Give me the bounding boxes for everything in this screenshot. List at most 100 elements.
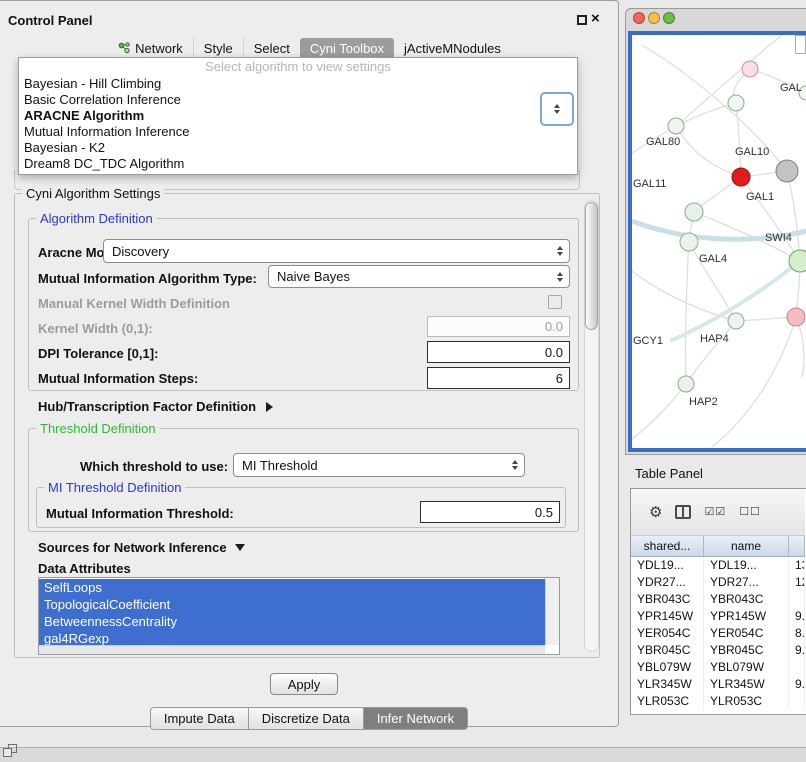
attributes-horizontal-scrollbar[interactable] [39, 645, 545, 654]
algorithm-option-basic-correlation-inference[interactable]: Basic Correlation Inference [19, 92, 577, 108]
network-node[interactable] [680, 233, 698, 251]
table-cell: YDR27... [704, 574, 789, 591]
table-cell: YDL19... [704, 557, 789, 574]
network-node[interactable] [668, 118, 684, 134]
network-edge[interactable] [787, 171, 800, 261]
network-scrollbar-fragment[interactable] [795, 35, 806, 54]
algorithm-option-dream8-dc-tdc-algorithm[interactable]: Dream8 DC_TDC Algorithm [19, 156, 577, 172]
network-node[interactable] [742, 61, 758, 77]
table-toolbar-icons: ⚙ ☑☑ ☐☐ [631, 489, 805, 536]
apply-button[interactable]: Apply [270, 673, 338, 695]
mi-algorithm-type-combo[interactable]: Naive Bayes [268, 265, 570, 288]
network-edge[interactable] [736, 103, 741, 177]
tab-select[interactable]: Select [243, 38, 300, 59]
close-icon[interactable]: × [591, 10, 600, 27]
table-row[interactable]: YDL19...YDL19...13 [631, 557, 805, 574]
network-node[interactable] [728, 95, 744, 111]
mi-threshold-field[interactable]: 0.5 [420, 501, 560, 523]
taskbar-strip [0, 747, 806, 762]
node-label-gcy1: GCY1 [633, 335, 663, 347]
spinner-focus-fragment[interactable] [540, 92, 574, 126]
mi-algorithm-type-label: Mutual Information Algorithm Type: [38, 271, 257, 286]
restore-window-icon[interactable] [3, 744, 19, 759]
settings-gear-icon[interactable]: ⚙ [649, 505, 662, 520]
close-traffic-icon[interactable] [633, 12, 645, 24]
which-threshold-label: Which threshold to use: [80, 459, 228, 474]
network-node[interactable] [728, 313, 744, 329]
table-header-row: shared...name [631, 536, 805, 557]
network-node[interactable] [732, 168, 750, 186]
column-chooser-icon[interactable] [675, 505, 691, 519]
table-row[interactable]: YBL079WYBL079W [631, 659, 805, 676]
network-node[interactable] [776, 160, 798, 182]
table-row[interactable]: YBR045CYBR045C9. [631, 642, 805, 659]
threshold-definition-title: Threshold Definition [36, 421, 160, 436]
mi-steps-field[interactable]: 6 [427, 367, 570, 389]
algorithm-option-bayesian-hill-climbing[interactable]: Bayesian - Hill Climbing [19, 76, 577, 92]
tab-cyni-toolbox[interactable]: Cyni Toolbox [300, 38, 394, 59]
table-cell: YLR345W [631, 676, 704, 693]
manual-kernel-width-checkbox[interactable] [548, 295, 562, 309]
bottom-tab-infer-network[interactable]: Infer Network [363, 707, 468, 730]
algorithm-option-mutual-information-inference[interactable]: Mutual Information Inference [19, 124, 577, 140]
window-traffic-lights [633, 12, 675, 24]
table-row[interactable]: YLR053CYLR053C [631, 693, 805, 710]
mi-steps-label: Mutual Information Steps: [38, 371, 198, 386]
column-header-shared[interactable]: shared... [631, 536, 704, 556]
show-unchecked-icon[interactable]: ☐☐ [739, 507, 761, 518]
network-node[interactable] [789, 250, 806, 272]
mi-threshold-label: Mutual Information Threshold: [46, 506, 234, 521]
which-threshold-combo[interactable]: MI Threshold [233, 453, 525, 477]
aracne-mode-combo[interactable]: Discovery [103, 239, 570, 263]
combo-arrows-icon [557, 246, 563, 256]
settings-scrollbar-thumb[interactable] [585, 202, 598, 330]
sources-for-network-inference-section[interactable]: Sources for Network Inference [38, 540, 245, 555]
zoom-traffic-icon[interactable] [663, 12, 675, 24]
tab-style[interactable]: Style [193, 38, 243, 59]
algorithm-option-aracne-algorithm[interactable]: ARACNE Algorithm [19, 108, 577, 124]
table-row[interactable]: YPR145WYPR145W9. [631, 608, 805, 625]
network-edge[interactable] [676, 35, 782, 126]
attribute-item-gal4rgexp[interactable]: gal4RGexp [39, 630, 545, 645]
data-attributes-list-items: SelfLoopsTopologicalCoefficientBetweenne… [39, 579, 545, 645]
network-canvas-svg: GALGAL80GAL10GAL11GAL1SWI4GAL4GCY1HAP4HA… [632, 35, 806, 448]
dpi-tolerance-field[interactable]: 0.0 [427, 341, 570, 363]
network-canvas[interactable]: GALGAL80GAL10GAL11GAL1SWI4GAL4GCY1HAP4HA… [632, 35, 806, 448]
attribute-item-topologicalcoefficient[interactable]: TopologicalCoefficient [39, 596, 545, 613]
attribute-item-betweennesscentrality[interactable]: BetweennessCentrality [39, 613, 545, 630]
mi-algorithm-type-value: Naive Bayes [277, 269, 350, 284]
show-checked-icon[interactable]: ☑☑ [704, 507, 726, 518]
column-header-name[interactable]: name [704, 536, 789, 556]
network-node[interactable] [685, 203, 703, 221]
attributes-vertical-scrollbar[interactable] [545, 578, 559, 645]
attribute-item-selfloops[interactable]: SelfLoops [39, 579, 545, 596]
node-label-gal: GAL [780, 82, 802, 94]
minimize-traffic-icon[interactable] [648, 12, 660, 24]
bottom-tab-discretize-data[interactable]: Discretize Data [248, 707, 364, 730]
node-label-swi4: SWI4 [765, 232, 792, 244]
algorithm-option-bayesian-k2[interactable]: Bayesian - K2 [19, 140, 577, 156]
network-node[interactable] [678, 376, 694, 392]
sources-section-label: Sources for Network Inference [38, 540, 227, 555]
table-row[interactable]: YDR27...YDR27...12 [631, 574, 805, 591]
hub-transcription-factor-section[interactable]: Hub/Transcription Factor Definition [38, 399, 273, 414]
tab-network[interactable]: Network [108, 38, 193, 59]
table-row[interactable]: YBR043CYBR043C [631, 591, 805, 608]
tab-jactivemnodules[interactable]: jActiveMNodules [394, 38, 511, 59]
table-cell: 13 [789, 557, 805, 574]
network-edge[interactable] [686, 242, 689, 384]
bottom-tab-impute-data[interactable]: Impute Data [150, 707, 249, 730]
network-node[interactable] [787, 308, 805, 326]
table-row[interactable]: YLR345WYLR345W9. [631, 676, 805, 693]
network-edge[interactable] [676, 103, 736, 126]
network-edge[interactable] [632, 384, 686, 439]
network-edge[interactable] [676, 126, 741, 177]
data-attributes-label: Data Attributes [38, 561, 131, 576]
table-cell: YER054C [631, 625, 704, 642]
column-header-extra[interactable] [789, 536, 805, 556]
table-row[interactable]: YER054CYER054C8. [631, 625, 805, 642]
table-cell: YBL079W [704, 659, 789, 676]
table-cell: YBL079W [631, 659, 704, 676]
float-window-icon[interactable] [577, 15, 587, 25]
node-label-gal10: GAL10 [735, 146, 769, 158]
